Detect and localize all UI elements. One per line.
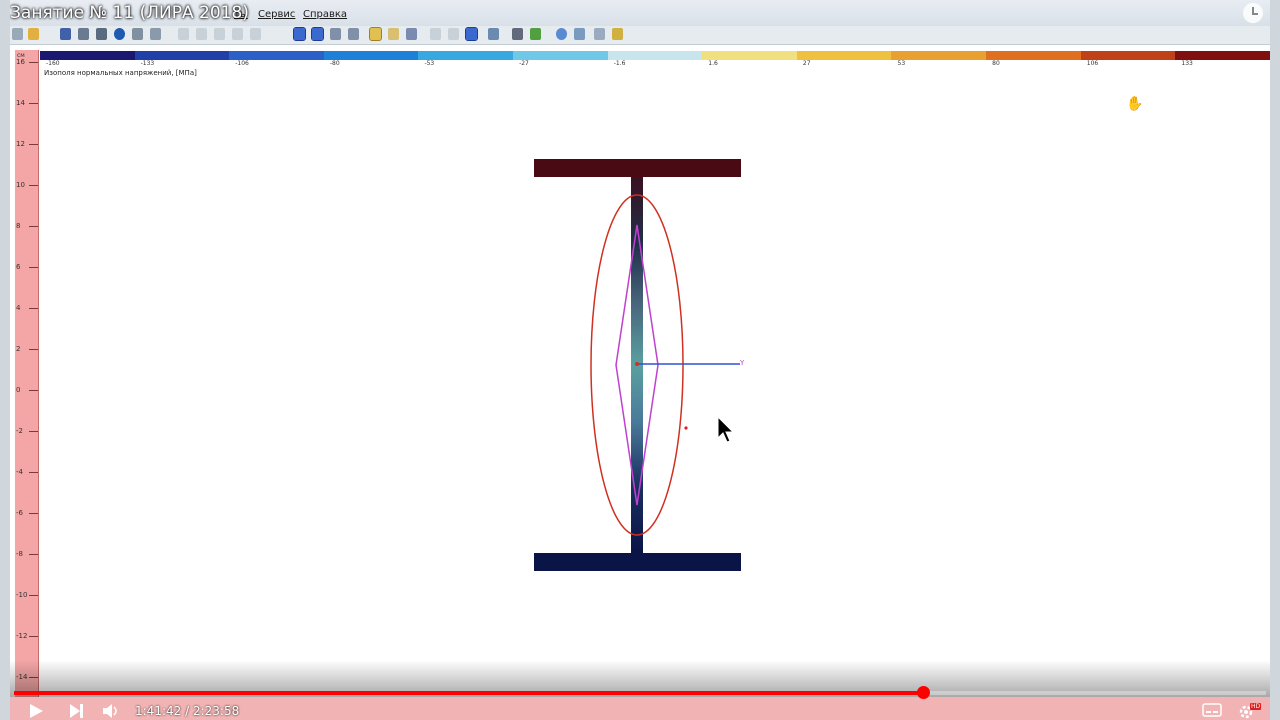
- marker-dot: [684, 426, 688, 430]
- volume-icon[interactable]: [102, 703, 120, 719]
- subtitles-icon[interactable]: [1202, 703, 1222, 717]
- app-window: ты Сервис Справка Занятие № 11 (ЛИРА 201…: [10, 0, 1270, 720]
- mouse-cursor-icon: [717, 416, 735, 443]
- next-icon[interactable]: [68, 703, 84, 719]
- time-separator: /: [185, 704, 190, 718]
- progress-bar[interactable]: [14, 686, 1266, 699]
- progress-scrubber[interactable]: [916, 686, 930, 699]
- play-icon[interactable]: [28, 703, 44, 719]
- section-drawing[interactable]: Y: [10, 0, 1270, 720]
- progress-played: [14, 691, 923, 695]
- y-axis-label: Y: [739, 359, 745, 367]
- top-flange: [534, 159, 741, 177]
- hd-badge: HD: [1250, 703, 1262, 710]
- time-current: 1:41:42: [135, 704, 182, 718]
- hand-pan-icon: ✋: [1126, 96, 1144, 112]
- time-total: 2:23:58: [192, 704, 240, 718]
- centroid-point: [635, 362, 639, 366]
- bottom-flange: [534, 553, 741, 571]
- time-display: 1:41:42 / 2:23:58: [135, 704, 239, 718]
